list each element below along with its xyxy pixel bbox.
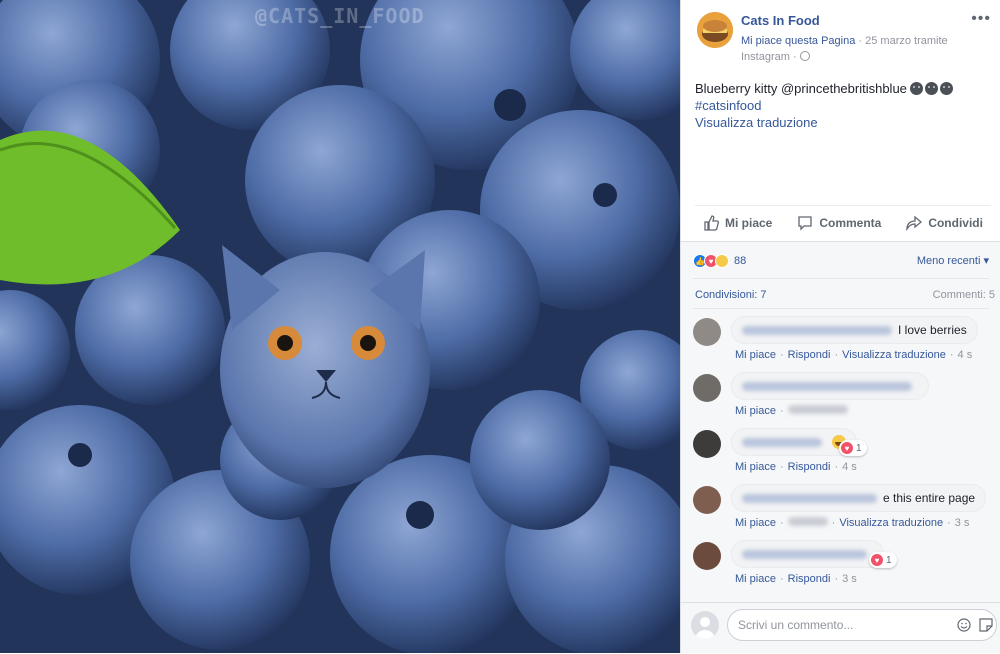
comment-reply-link[interactable]: Rispondi — [788, 573, 831, 585]
comment-like-link[interactable]: Mi piace — [735, 349, 776, 361]
comment-text: e this entire page — [883, 491, 976, 505]
comments-section: 👍 ♥ 88 Meno recenti ▾ Condivisioni: 7 Co… — [681, 241, 1000, 653]
comment-like-link[interactable]: Mi piace — [735, 517, 776, 529]
share-button[interactable]: Condividi — [906, 215, 983, 231]
watermark: @CATS_IN_FOOD — [255, 4, 425, 28]
caption-text: Blueberry kitty @princethebritishblue — [695, 81, 907, 96]
comment-reply-link[interactable]: Rispondi — [788, 461, 831, 473]
comment-like-link[interactable]: Mi piace — [735, 573, 776, 585]
comment-item: ♥ 1 Mi piace · Rispondi · 4 s — [681, 426, 1000, 482]
share-label: Condividi — [928, 215, 983, 230]
comment-sort-dropdown[interactable]: Meno recenti ▾ — [917, 254, 989, 267]
page-avatar[interactable] — [697, 12, 733, 48]
comment-actions: Mi piace · Rispondi · Visualizza traduzione ·… — [735, 349, 973, 361]
comment-bubble: I love berries — [731, 316, 978, 344]
post-caption: Blueberry kitty @princethebritishblue #c… — [695, 80, 995, 131]
comment-actions: Mi piace · · Visualizza traduzione · 3 s — [735, 517, 970, 529]
comment-actions: Mi piace · — [735, 405, 848, 417]
divider — [693, 278, 989, 279]
blurred-name[interactable] — [742, 381, 912, 391]
divider — [693, 308, 989, 309]
comment-like-link[interactable]: Mi piace — [735, 461, 776, 473]
comment-reaction-count: 1 — [856, 442, 862, 454]
current-user-avatar[interactable] — [691, 611, 719, 639]
post-meta: Mi piace questa Pagina · 25 marzo tramit… — [741, 33, 971, 65]
comment-composer — [681, 602, 1000, 654]
commenter-avatar[interactable] — [693, 542, 721, 570]
comment-button[interactable]: Commenta — [797, 215, 881, 231]
translate-link[interactable]: Visualizza traduzione — [695, 114, 995, 131]
comment-actions: Mi piace · Rispondi · 3 s — [735, 573, 857, 585]
comment-item: e this entire page Mi piace · · Visualizza … — [681, 482, 1000, 538]
post-header: Cats In Food Mi piace questa Pagina · 25… — [695, 10, 995, 66]
cat-emoji-icons — [909, 82, 953, 95]
haha-reaction-icon — [715, 254, 729, 268]
shares-count-link[interactable]: Condivisioni: 7 — [695, 289, 767, 301]
sticker-icon[interactable] — [979, 618, 993, 632]
post-actions: Mi piace Commenta Condividi — [695, 205, 991, 239]
post-source: Instagram · — [741, 51, 797, 63]
comment-reaction-count: 1 — [886, 554, 892, 566]
commenter-avatar[interactable] — [693, 318, 721, 346]
like-label: Mi piace — [725, 215, 773, 230]
globe-icon — [799, 51, 810, 61]
comment-icon — [798, 215, 812, 231]
post-photo[interactable]: @CATS_IN_FOOD — [0, 0, 680, 653]
comment-time[interactable]: 4 s — [842, 461, 857, 473]
post-side-panel: Cats In Food Mi piace questa Pagina · 25… — [680, 0, 1000, 653]
comment-reaction-badge[interactable]: ♥ 1 — [839, 440, 867, 456]
commenter-avatar[interactable] — [693, 486, 721, 514]
comment-time[interactable]: 4 s — [958, 349, 973, 361]
comment-label: Commenta — [819, 215, 882, 230]
thumbs-up-icon — [704, 214, 719, 231]
comment-time[interactable]: 3 s — [842, 573, 857, 585]
blurred-actions — [787, 405, 848, 414]
comment-actions: Mi piace · Rispondi · 4 s — [735, 461, 857, 473]
blueberry-cat-image — [0, 0, 680, 653]
emoji-icon[interactable] — [957, 618, 971, 632]
comment-translate-link[interactable]: Visualizza traduzione — [839, 517, 943, 529]
reactions-summary[interactable]: 👍 ♥ 88 Meno recenti ▾ — [693, 252, 993, 270]
comment-time[interactable]: 3 s — [955, 517, 970, 529]
comment-like-link[interactable]: Mi piace — [735, 405, 776, 417]
blurred-name[interactable] — [742, 549, 867, 559]
like-button[interactable]: Mi piace — [703, 214, 773, 231]
comment-bubble — [731, 428, 857, 456]
blurred-name[interactable] — [742, 325, 892, 335]
comment-translate-link[interactable]: Visualizza traduzione — [842, 349, 946, 361]
heart-icon: ♥ — [871, 554, 883, 566]
more-options-icon[interactable]: ••• — [971, 10, 991, 28]
hashtag-link[interactable]: #catsinfood — [695, 97, 995, 114]
comment-bubble: e this entire page — [731, 484, 987, 512]
comment-item: I love berries Mi piace · Rispondi · Visuali… — [681, 314, 1000, 370]
heart-icon: ♥ — [841, 442, 853, 454]
comment-text: I love berries — [898, 323, 967, 337]
comment-reply-link[interactable]: Rispondi — [788, 349, 831, 361]
reaction-count: 88 — [734, 255, 747, 267]
comment-bubble — [731, 540, 884, 568]
blurred-name[interactable] — [742, 493, 877, 503]
post-date[interactable]: · 25 marzo tramite — [858, 35, 947, 47]
comment-item: Mi piace · — [681, 370, 1000, 426]
commenter-avatar[interactable] — [693, 374, 721, 402]
comment-reaction-badge[interactable]: ♥ 1 — [869, 552, 897, 568]
blurred-actions — [787, 517, 828, 526]
share-icon — [906, 215, 923, 231]
page-name-link[interactable]: Cats In Food — [741, 13, 820, 28]
comments-count: Commenti: 5 — [932, 289, 995, 301]
comment-bubble — [731, 372, 929, 400]
commenter-avatar[interactable] — [693, 430, 721, 458]
comment-item: ♥ 1 Mi piace · Rispondi · 3 s — [681, 538, 1000, 594]
like-page-link[interactable]: Mi piace questa Pagina — [741, 35, 855, 47]
blurred-name[interactable] — [742, 437, 822, 447]
